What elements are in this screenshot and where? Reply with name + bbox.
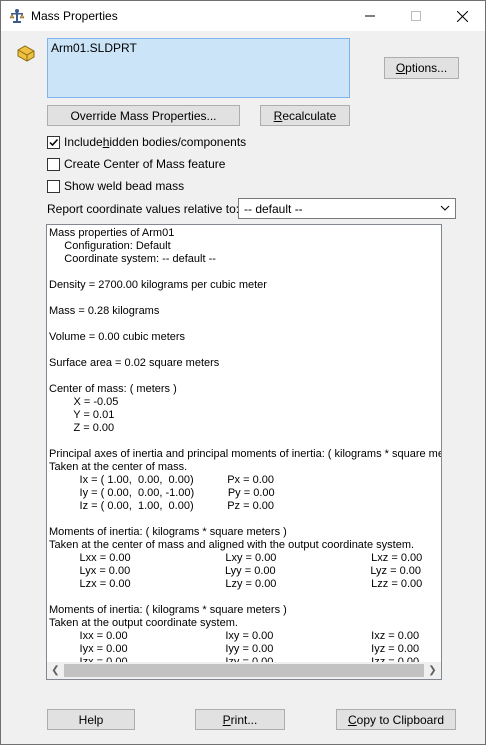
scroll-right-icon[interactable]: ❯ — [424, 664, 441, 677]
checkbox-box[interactable] — [47, 135, 60, 149]
part-icon — [17, 45, 35, 62]
minimize-button[interactable] — [347, 1, 393, 31]
recalculate-button[interactable]: Recalculate — [260, 105, 350, 126]
maximize-button[interactable] — [393, 1, 439, 31]
override-mass-properties-button[interactable]: Override Mass Properties... — [47, 105, 240, 126]
maximize-icon — [411, 11, 421, 21]
scroll-left-icon[interactable]: ❮ — [47, 664, 64, 677]
scrollbar-thumb[interactable] — [64, 664, 424, 677]
coordinate-system-select[interactable]: -- default -- — [238, 198, 456, 219]
mass-properties-window: Mass Properties Arm01.SLDPRT Options... … — [0, 0, 486, 745]
copy-to-clipboard-button[interactable]: Copy to Clipboard — [336, 709, 456, 730]
print-button[interactable]: Print... — [195, 709, 285, 730]
options-button[interactable]: Options... — [384, 57, 459, 79]
chevron-down-icon — [440, 205, 450, 211]
create-center-of-mass-checkbox[interactable]: Create Center of Mass feature — [47, 156, 225, 172]
horizontal-scrollbar[interactable]: ❮ ❯ — [47, 662, 441, 679]
checkmark-icon — [49, 138, 59, 146]
checkbox-box[interactable] — [47, 179, 60, 193]
selected-items-list[interactable]: Arm01.SLDPRT — [47, 38, 350, 98]
show-weld-bead-checkbox[interactable]: Show weld bead mass — [47, 178, 184, 194]
coordinate-system-value: -- default -- — [244, 202, 303, 216]
minimize-icon — [365, 15, 375, 17]
title-bar: Mass Properties — [1, 1, 485, 31]
checkbox-box[interactable] — [47, 157, 60, 171]
help-button[interactable]: Help — [47, 709, 135, 730]
close-icon — [456, 10, 468, 22]
window-title: Mass Properties — [31, 9, 118, 23]
close-button[interactable] — [439, 1, 485, 31]
report-coordinate-label: Report coordinate values relative to: — [47, 202, 240, 216]
mass-properties-output[interactable]: Mass properties of Arm01 Configuration: … — [46, 224, 442, 680]
mass-properties-text: Mass properties of Arm01 Configuration: … — [49, 227, 441, 668]
list-item[interactable]: Arm01.SLDPRT — [51, 41, 137, 55]
mass-properties-icon — [9, 9, 25, 23]
include-hidden-checkbox[interactable]: Include h idden bodies/components — [47, 134, 246, 150]
